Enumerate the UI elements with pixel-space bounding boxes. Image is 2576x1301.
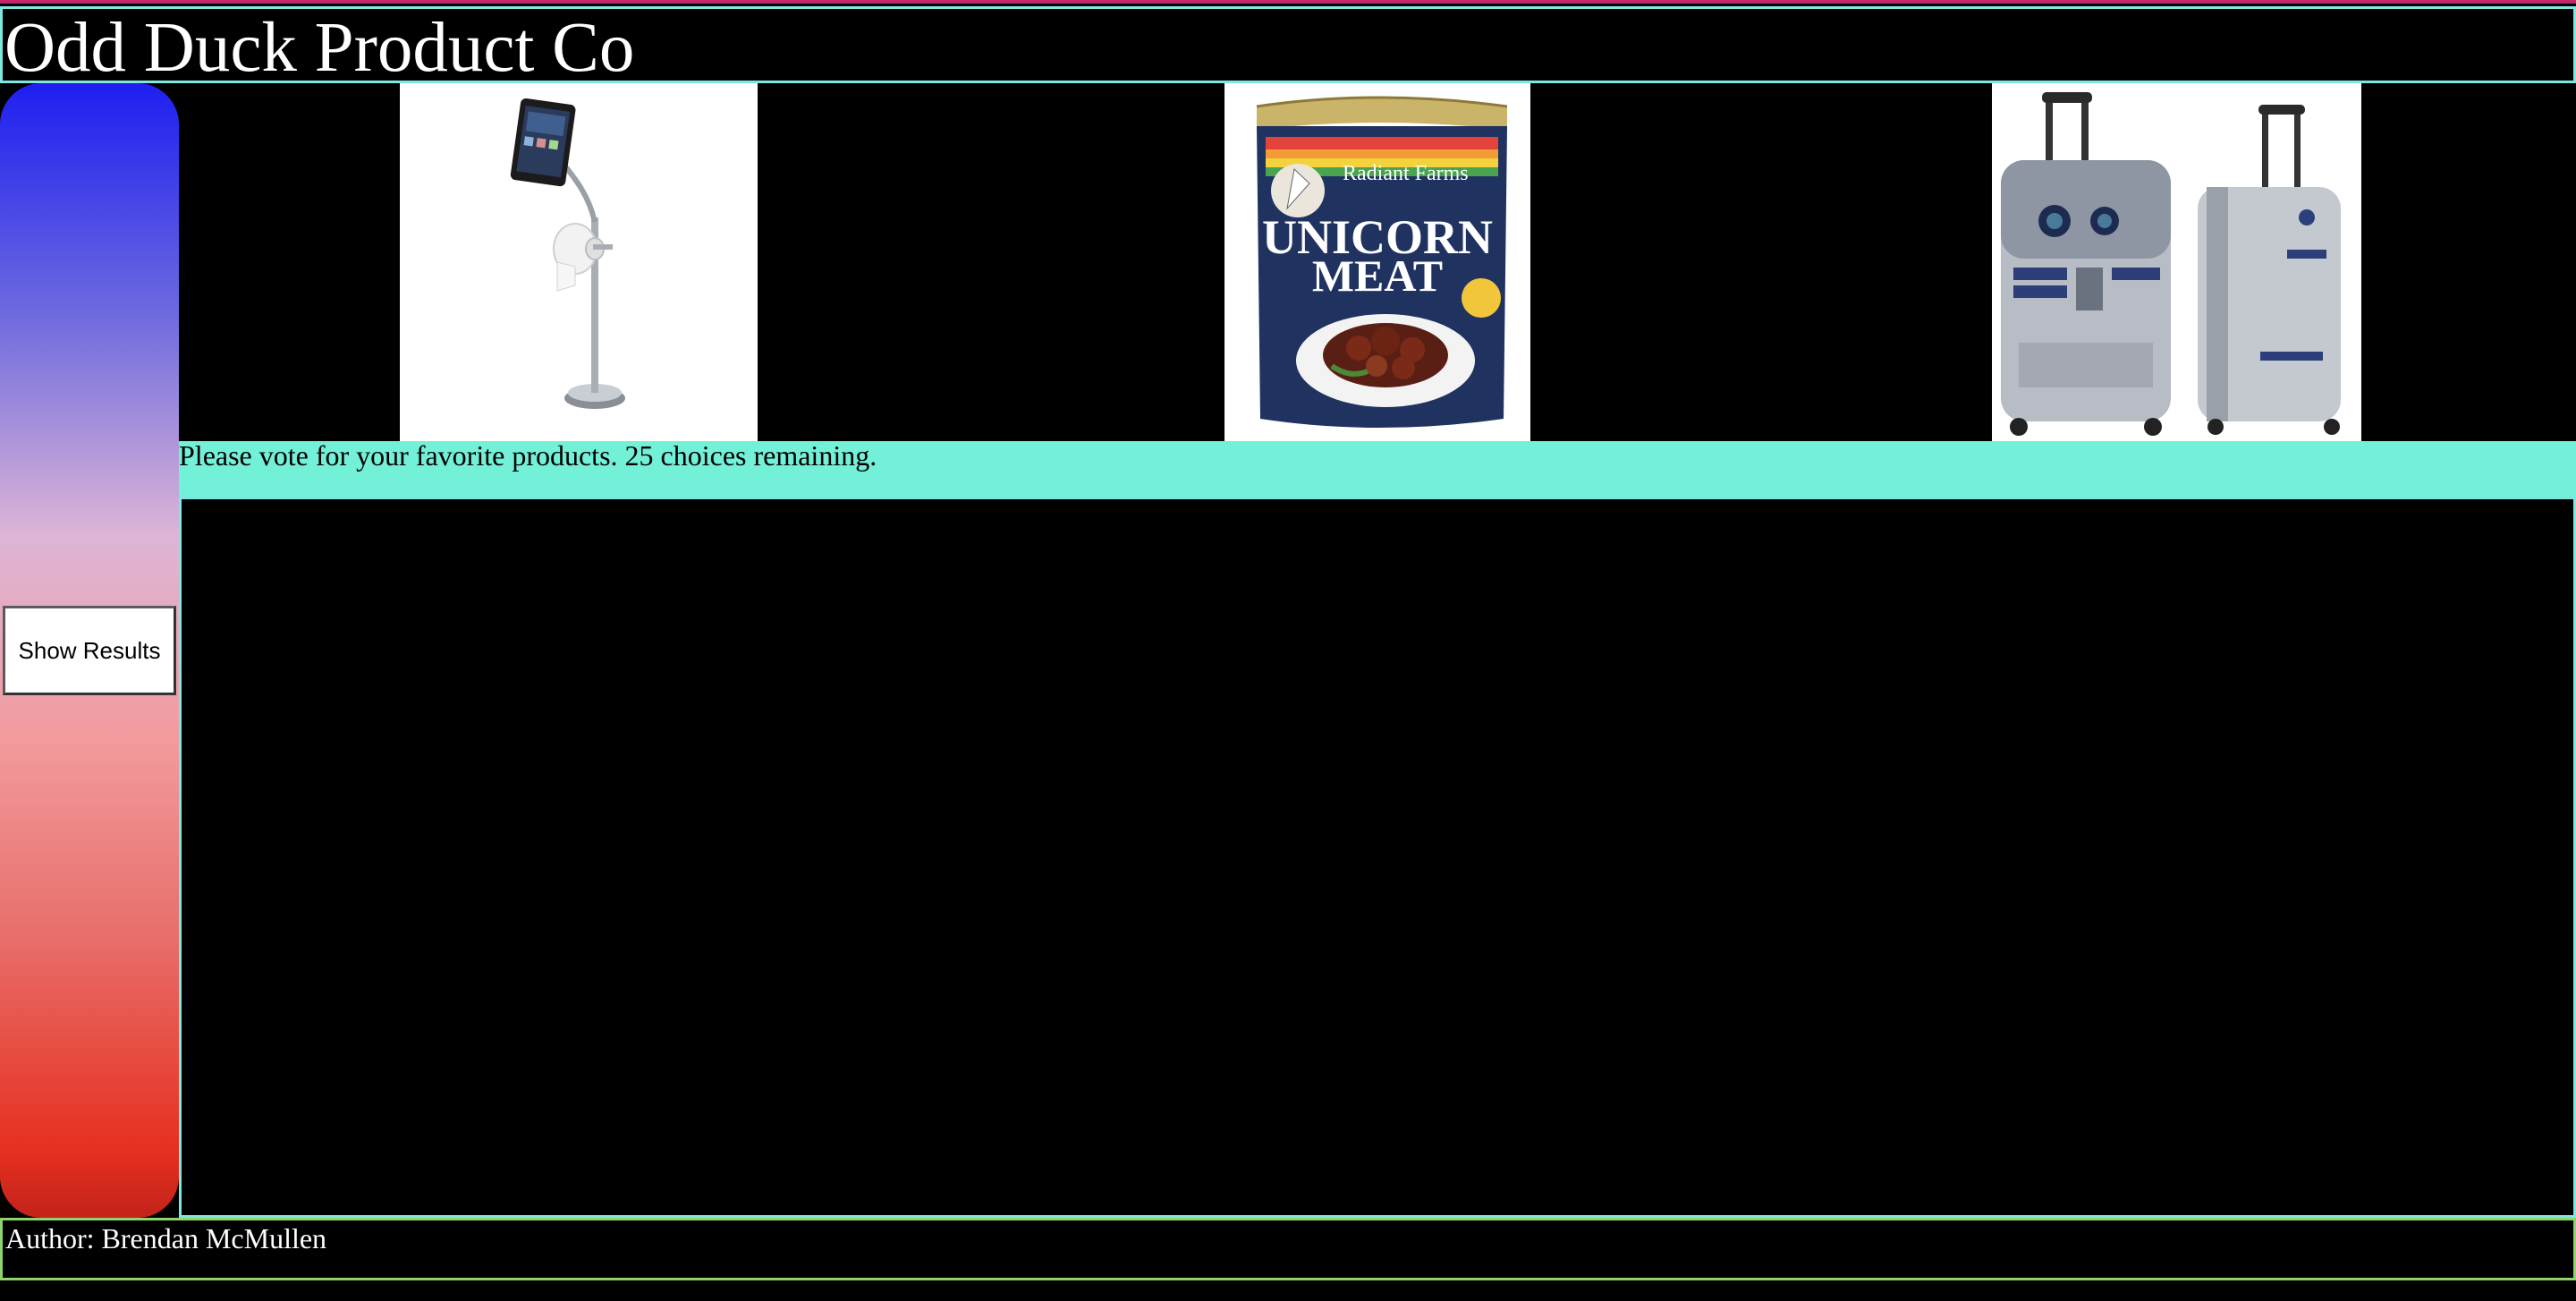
sidebar: Show Results [0,83,179,1218]
show-results-button[interactable]: Show Results [3,606,176,695]
r2d2-suitcase-illustration [1992,83,2361,441]
vote-instructions-bar: Please vote for your favorite products. … [179,441,2576,497]
product-images-row: Radiant Farms UNICORN MEAT [179,83,2576,441]
vote-instructions-text: Please vote for your favorite products. … [179,439,877,472]
tablet-stand-illustration [400,83,758,441]
site-header: Odd Duck Product Co [0,6,2576,87]
results-panel [179,497,2576,1218]
can-title-line2: MEAT [1312,251,1443,301]
author-credit: Author: Brendan McMullen [5,1222,327,1254]
unicorn-meat-illustration: Radiant Farms UNICORN MEAT [1224,83,1530,441]
product-image-bathroom[interactable] [400,83,758,441]
top-accent-strip [0,0,2576,6]
page-title: Odd Duck Product Co [4,9,635,87]
product-image-unicorn-meat[interactable]: Radiant Farms UNICORN MEAT [1224,83,1530,441]
product-image-r2d2-bag[interactable] [1992,83,2361,441]
can-brand-text: Radiant Farms [1343,162,1469,185]
site-footer: Author: Brendan McMullen [0,1218,2576,1280]
